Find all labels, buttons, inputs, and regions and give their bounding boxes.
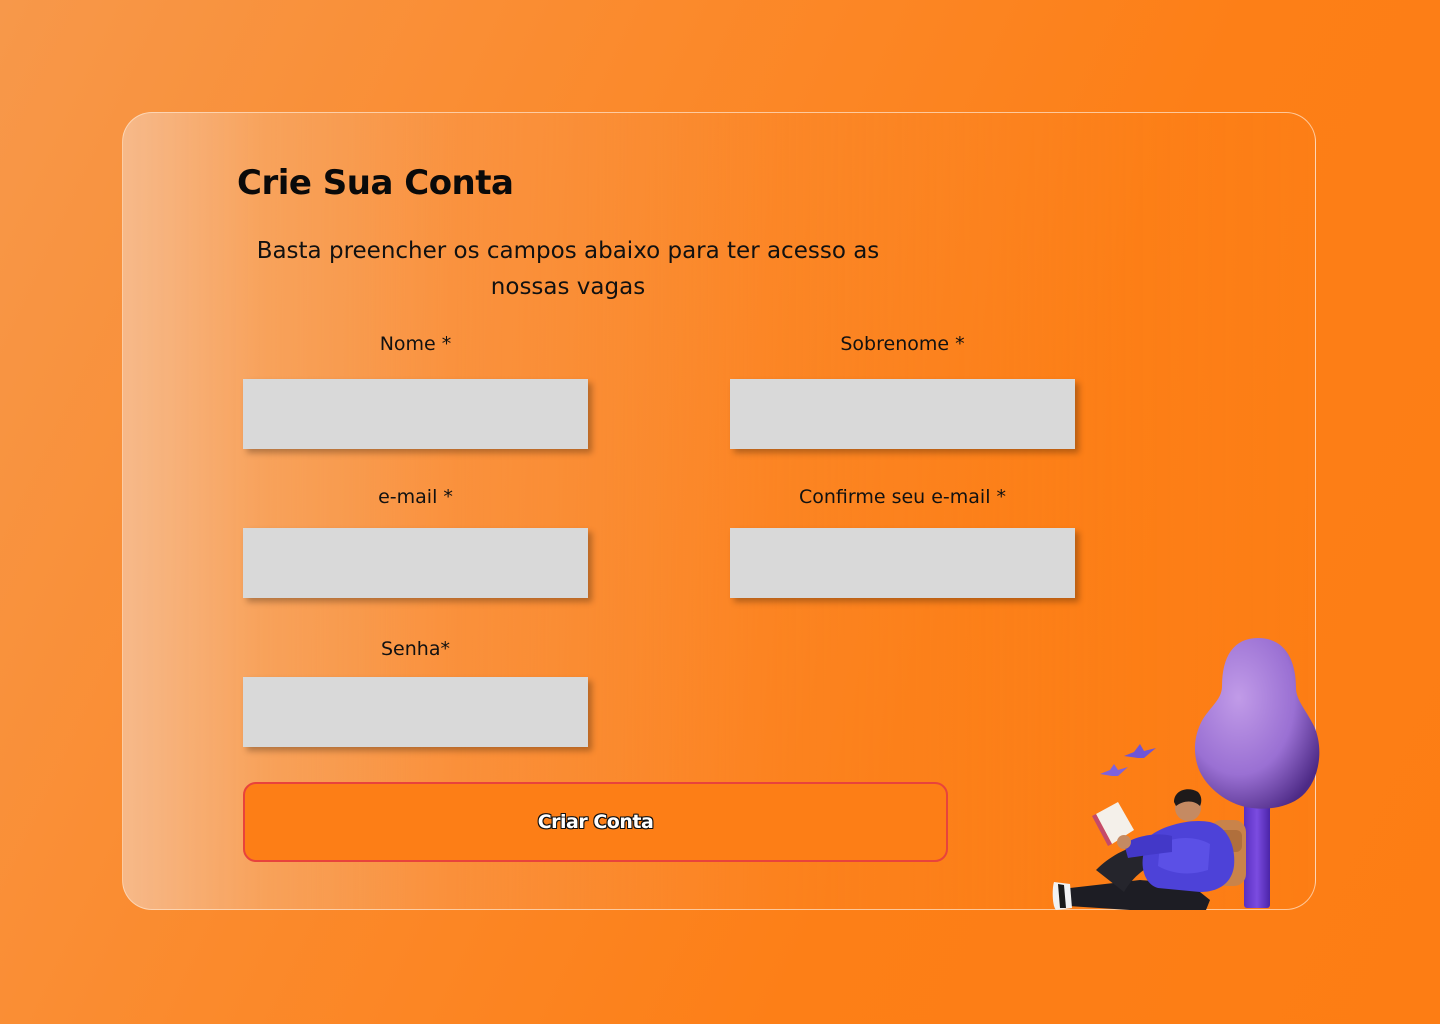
email-confirm-input[interactable]: [730, 528, 1075, 598]
first-name-label: Nome *: [379, 333, 452, 355]
last-name-input[interactable]: [730, 379, 1075, 449]
subtitle-line-1: Basta preencher os campos abaixo para te…: [256, 238, 880, 264]
tree-foliage: [1194, 638, 1320, 809]
email-confirm-label: Confirme seu e-mail *: [798, 486, 1007, 508]
bird-icon: [1100, 764, 1128, 776]
page-subtitle: Basta preencher os campos abaixo para te…: [228, 233, 908, 305]
password-label: Senha*: [381, 638, 450, 660]
email-input[interactable]: [243, 528, 588, 598]
email-label: e-mail *: [378, 486, 453, 508]
subtitle-line-2: nossas vagas: [490, 274, 646, 300]
last-name-label: Sobrenome *: [840, 333, 965, 355]
create-account-label: Criar Conta: [537, 811, 654, 833]
page-title: Crie Sua Conta: [237, 163, 514, 203]
person-reading-under-tree-illustration: [1052, 638, 1320, 910]
create-account-button[interactable]: Criar Conta: [243, 782, 948, 862]
first-name-input[interactable]: [243, 379, 588, 449]
bird-icon: [1124, 744, 1156, 758]
password-input[interactable]: [243, 677, 588, 747]
